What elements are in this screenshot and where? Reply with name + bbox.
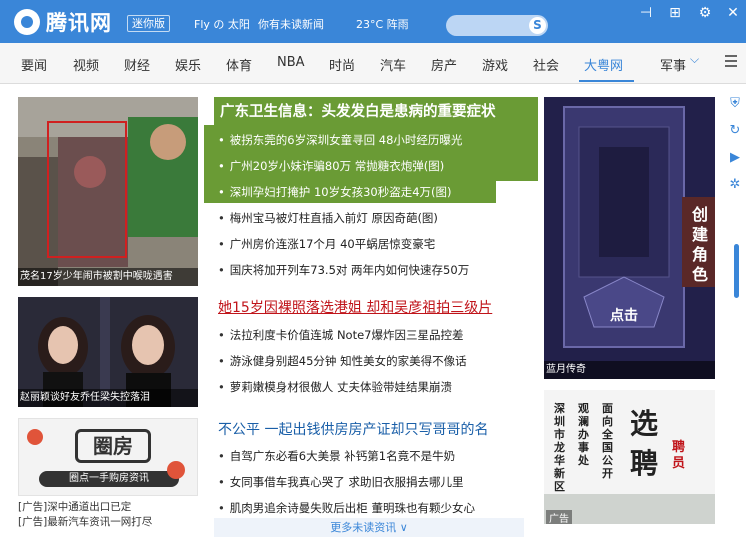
headline-property[interactable]: 不公平 一起出钱供房房产证却只写哥哥的名 [218, 419, 488, 439]
news-item[interactable]: 被拐东莞的6岁深圳女童寻回 48小时经历曝光 [218, 132, 463, 148]
qq-logo-icon [14, 9, 40, 35]
nav-item-auto[interactable]: 汽车 [380, 55, 406, 74]
nav-item-fashion[interactable]: 时尚 [329, 55, 355, 74]
decor-dot-icon [167, 461, 185, 479]
recruit-ad-banner[interactable]: 深圳市龙华新区 观澜办事处 面向全国公开 选聘 聘员 广告 [544, 390, 715, 524]
news-photo-1[interactable]: 茂名17岁少年闹市被割中喉咙遇害 [18, 97, 198, 286]
nav-item-society[interactable]: 社会 [533, 55, 559, 74]
chevron-down-icon[interactable]: ⌵ [690, 52, 699, 67]
title-bar: 腾讯网 迷你版 Fly の 太阳 你有未读新闻 23°C 阵雨 S ⊣ ⊞ ⚙ … [0, 0, 746, 43]
channel-nav: 要闻 视频 财经 娱乐 体育 NBA 时尚 汽车 房产 游戏 社会 大粤网 军事… [0, 43, 746, 84]
news-item[interactable]: 广州20岁小妹诈骗80万 常抛糖衣炮弹(图) [218, 158, 444, 174]
scrollbar-thumb[interactable] [734, 244, 739, 298]
more-unread-button[interactable]: 更多未读资讯 ∨ [214, 518, 524, 537]
active-tab-indicator [579, 80, 634, 82]
unread-notice-link[interactable]: 你有未读新闻 [258, 16, 324, 32]
news-item[interactable]: 游泳健身别超45分钟 知性美女的家美得不像话 [218, 353, 467, 369]
news-item[interactable]: 女同事借车我真心哭了 求助旧衣服捐去哪儿里 [218, 474, 464, 490]
nav-item-entertainment[interactable]: 娱乐 [175, 55, 201, 74]
game-caption: 蓝月传奇 [544, 361, 715, 379]
news-photo-2[interactable]: 赵丽颖谈好友乔任梁失控落泪 [18, 297, 198, 407]
nav-item-finance[interactable]: 财经 [124, 55, 150, 74]
photo-street-scene [18, 97, 198, 286]
housing-ad-banner[interactable]: 圈房 圈点一手购房资讯 [18, 418, 198, 496]
tencent-logo[interactable]: 腾讯网 [14, 7, 112, 37]
weather-info[interactable]: 23°C 阵雨 [356, 16, 409, 32]
recruit-text-col: 深圳市龙华新区 [554, 402, 565, 493]
news-item[interactable]: 肌肉男追余诗曼失败后出柜 董明珠也有颗少女心 [218, 500, 475, 516]
ad-slogan: 圈点一手购房资讯 [39, 471, 179, 487]
nav-item-nba[interactable]: NBA [277, 55, 305, 70]
nav-item-video[interactable]: 视频 [73, 55, 99, 74]
decor-dot-icon [27, 429, 43, 445]
recruit-text-col: 面向全国公开 [602, 402, 613, 480]
game-create-role-text: 创建角色 [691, 205, 708, 284]
news-item[interactable]: 国庆将加开列车73.5对 两年内如何快速存50万 [218, 262, 469, 278]
menu-icon[interactable] [725, 55, 737, 70]
mini-version-badge: 迷你版 [127, 15, 170, 32]
game-ad-banner[interactable]: 创建角色 点击 蓝月传奇 [544, 97, 715, 379]
news-item[interactable]: 萝莉嫩模身材很傲人 丈夫体验带娃结果崩溃 [218, 379, 452, 395]
search-input[interactable]: S [446, 15, 548, 36]
search-icon[interactable]: S [529, 17, 546, 34]
close-icon[interactable]: ✕ [725, 5, 741, 21]
user-name[interactable]: Fly の 太阳 [194, 16, 250, 32]
news-item[interactable]: 深圳孕妇打掩护 10岁女孩30秒盗走4万(图) [218, 184, 452, 200]
ad-link-1[interactable]: [广告]深中通道出口已定 [18, 499, 131, 514]
nav-item-military[interactable]: 军事 [660, 55, 686, 74]
nav-item-house[interactable]: 房产 [431, 55, 457, 74]
news-item[interactable]: 法拉利度卡价值连城 Note7爆炸因三星品控差 [218, 327, 464, 343]
refresh-icon[interactable]: ↻ [728, 124, 742, 138]
news-item[interactable]: 自驾广东必看6大美景 补钙第1名竟不是牛奶 [218, 448, 455, 464]
headline-celebrity[interactable]: 她15岁因裸照落选港姐 却和吴彦祖拍三级片 [218, 297, 492, 317]
pin-icon[interactable]: ⊣ [638, 5, 654, 21]
ad-label: 广告 [546, 510, 572, 524]
headline-health[interactable]: 广东卫生信息：头发发白是患病的重要症状 [220, 100, 496, 121]
new-window-icon[interactable]: ⊞ [667, 5, 683, 21]
nav-item-yaowen[interactable]: 要闻 [21, 55, 47, 74]
recruit-subtitle: 聘员 [672, 440, 686, 471]
news-item[interactable]: 梅州宝马被灯柱直插入前灯 原因奇葩(图) [218, 210, 438, 226]
news-item[interactable]: 广州房价连涨17个月 40平蜗居惊变豪宅 [218, 236, 435, 252]
recruit-title: 选聘 [630, 407, 659, 480]
shield-icon[interactable]: ⛨ [728, 97, 742, 111]
nav-item-games[interactable]: 游戏 [482, 55, 508, 74]
ad-logo: 圈房 [75, 429, 151, 463]
brand-name: 腾讯网 [46, 11, 112, 35]
game-click-button[interactable]: 点击 [584, 305, 664, 327]
recruit-text-col: 观澜办事处 [578, 402, 589, 467]
ad-link-2[interactable]: [广告]最新汽车资讯一网打尽 [18, 514, 152, 529]
gear-icon[interactable]: ✲ [728, 178, 742, 192]
photo-caption-2: 赵丽颖谈好友乔任梁失控落泪 [18, 389, 198, 407]
nav-item-sports[interactable]: 体育 [226, 55, 252, 74]
settings-icon[interactable]: ⚙ [697, 5, 713, 21]
nav-item-dayue[interactable]: 大粤网 [584, 55, 623, 74]
photo-caption-1: 茂名17岁少年闹市被割中喉咙遇害 [18, 268, 198, 286]
play-icon[interactable]: ▶ [728, 151, 742, 165]
